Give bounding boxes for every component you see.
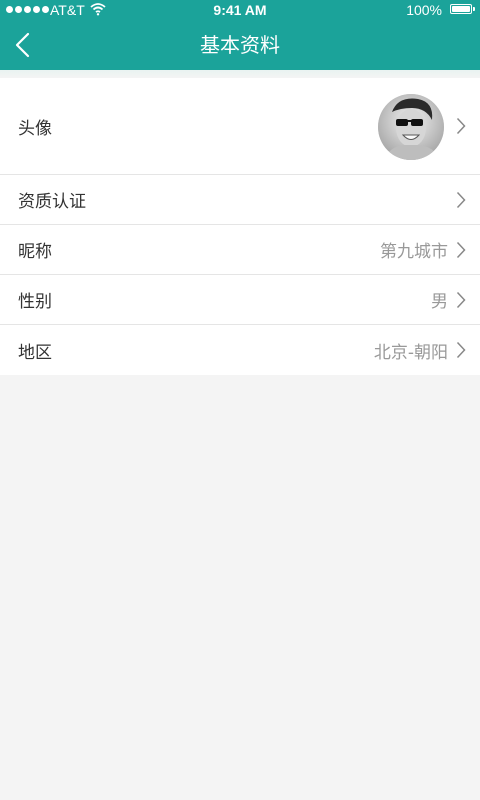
avatar-image: [378, 94, 444, 160]
chevron-right-icon: [456, 241, 466, 258]
avatar-row[interactable]: 头像: [0, 78, 480, 175]
region-value: 北京-朝阳: [373, 342, 448, 363]
header-divider: [0, 70, 480, 78]
page-title: 基本资料: [200, 33, 280, 57]
gender-row[interactable]: 性别 男: [0, 275, 480, 325]
chevron-right-icon: [456, 117, 466, 135]
region-row[interactable]: 地区 北京-朝阳: [0, 325, 480, 375]
profile-list: 头像 资质认证 昵称 第九城市 性别 男 地区 北京-朝阳: [0, 78, 480, 375]
chevron-right-icon: [456, 191, 466, 208]
navigation-bar: 基本资料: [0, 20, 480, 70]
battery-percentage: 100%: [406, 2, 442, 18]
status-bar: AT&T 9:41 AM 100%: [0, 0, 480, 20]
region-label: 地区: [18, 342, 52, 363]
chevron-left-icon: [15, 32, 30, 58]
gender-label: 性别: [18, 292, 52, 312]
avatar[interactable]: [378, 94, 444, 160]
chevron-right-icon: [456, 341, 466, 359]
battery-icon: [450, 4, 475, 14]
avatar-label: 头像: [18, 118, 52, 139]
qualification-label: 资质认证: [18, 192, 86, 212]
nickname-label: 昵称: [18, 242, 52, 262]
gender-value: 男: [431, 292, 448, 312]
chevron-right-icon: [456, 291, 466, 308]
nickname-value: 第九城市: [380, 242, 448, 262]
back-button[interactable]: [8, 26, 44, 64]
nickname-row[interactable]: 昵称 第九城市: [0, 225, 480, 275]
qualification-row[interactable]: 资质认证: [0, 175, 480, 225]
